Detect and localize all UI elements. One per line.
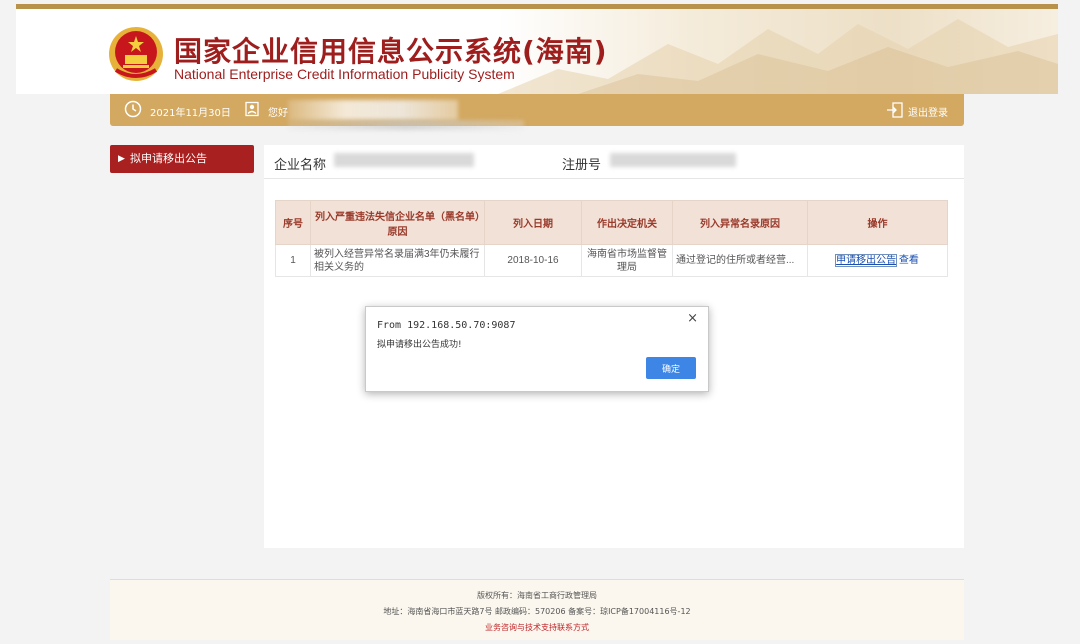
alert-dialog: From 192.168.50.70:9087 拟申请移出公告成功! × 确定 xyxy=(365,306,709,392)
site-header: 国家企业信用信息公示系统(海南) National Enterprise Cre… xyxy=(16,4,1058,94)
triangle-right-icon: ▶ xyxy=(118,154,125,164)
redacted-registration-number xyxy=(610,153,736,167)
site-footer: 版权所有：海南省工商行政管理局 地址：海南省海口市蓝天路7号 邮政编码：5702… xyxy=(110,579,964,640)
col-abnormal-reason: 列入异常名录原因 xyxy=(672,200,808,245)
company-name-label: 企业名称 xyxy=(274,158,327,173)
row-actions: 申请移出公告 查看 xyxy=(807,244,948,277)
user-bar: 2021年11月30日 您好 退出登录 xyxy=(110,94,964,126)
footer-copyright: 版权所有：海南省工商行政管理局 xyxy=(477,591,597,600)
redacted-username xyxy=(288,100,458,120)
table-row: 1 被列入经营异常名录届满3年仍未履行相关义务的 2018-10-16 海南省市… xyxy=(275,244,948,277)
blacklist-table: 序号 列入严重违法失信企业名单（黑名单）原因 列入日期 作出决定机关 列入异常名… xyxy=(275,200,948,277)
close-icon[interactable]: × xyxy=(687,311,698,326)
row-date: 2018-10-16 xyxy=(484,244,582,277)
site-title: 国家企业信用信息公示系统(海南) xyxy=(174,35,608,68)
dialog-message: 拟申请移出公告成功! xyxy=(377,340,462,350)
footer-contact-link[interactable]: 业务咨询与技术支持联系方式 xyxy=(110,622,964,633)
sidebar-item-label: 拟申请移出公告 xyxy=(130,152,207,165)
registration-number-label: 注册号 xyxy=(562,158,602,173)
col-index: 序号 xyxy=(275,200,311,245)
logout-link[interactable]: 退出登录 xyxy=(908,104,948,119)
ok-button[interactable]: 确定 xyxy=(646,357,696,379)
company-info-row: 企业名称 注册号 xyxy=(264,145,964,179)
row-reason: 被列入经营异常名录届满3年仍未履行相关义务的 xyxy=(310,244,485,277)
national-emblem-icon xyxy=(108,26,164,82)
table-header-row: 序号 列入严重违法失信企业名单（黑名单）原因 列入日期 作出决定机关 列入异常名… xyxy=(275,200,948,245)
sidebar-item-apply-removal[interactable]: ▶ 拟申请移出公告 xyxy=(110,145,254,173)
redacted-smear xyxy=(288,120,524,130)
col-reason: 列入严重违法失信企业名单（黑名单）原因 xyxy=(310,200,485,245)
dialog-origin: From 192.168.50.70:9087 xyxy=(377,320,516,331)
clock-icon xyxy=(124,100,142,118)
col-authority: 作出决定机关 xyxy=(581,200,673,245)
site-subtitle: National Enterprise Credit Information P… xyxy=(174,66,515,82)
user-icon xyxy=(244,101,260,117)
logout-icon[interactable] xyxy=(886,101,904,119)
greeting-text: 您好 xyxy=(268,108,288,119)
current-date: 2021年11月30日 xyxy=(150,108,231,119)
row-abnormal-reason: 通过登记的住所或者经营... xyxy=(672,244,808,277)
row-authority: 海南省市场监督管理局 xyxy=(581,244,673,277)
col-actions: 操作 xyxy=(807,200,948,245)
view-link[interactable]: 查看 xyxy=(899,255,919,266)
apply-removal-link[interactable]: 申请移出公告 xyxy=(835,254,898,267)
col-date: 列入日期 xyxy=(484,200,582,245)
redacted-company-name xyxy=(334,153,474,167)
footer-address: 地址：海南省海口市蓝天路7号 邮政编码：570206 备案号：琼ICP备1700… xyxy=(383,607,691,616)
row-index: 1 xyxy=(275,244,311,277)
